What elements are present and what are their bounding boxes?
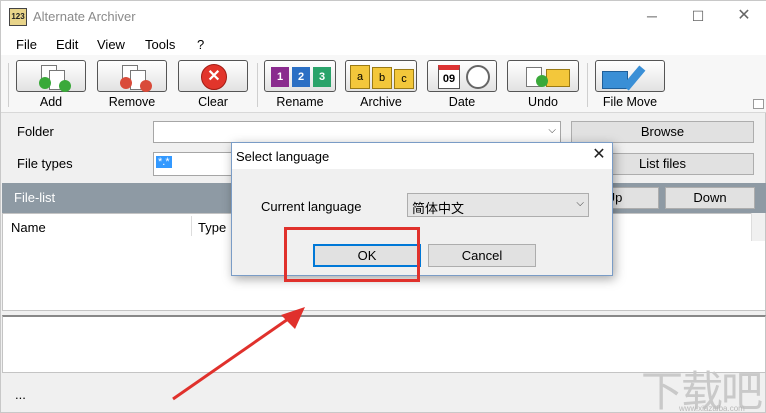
watermark-logo: 下载吧 www.xiazaiba.com: [637, 358, 763, 413]
app-window: 123 Alternate Archiver ─ ☐ ✕ File Edit V…: [0, 0, 766, 413]
annotation-arrow: [172, 307, 305, 401]
watermark-url: www.xiazaiba.com: [679, 404, 745, 413]
